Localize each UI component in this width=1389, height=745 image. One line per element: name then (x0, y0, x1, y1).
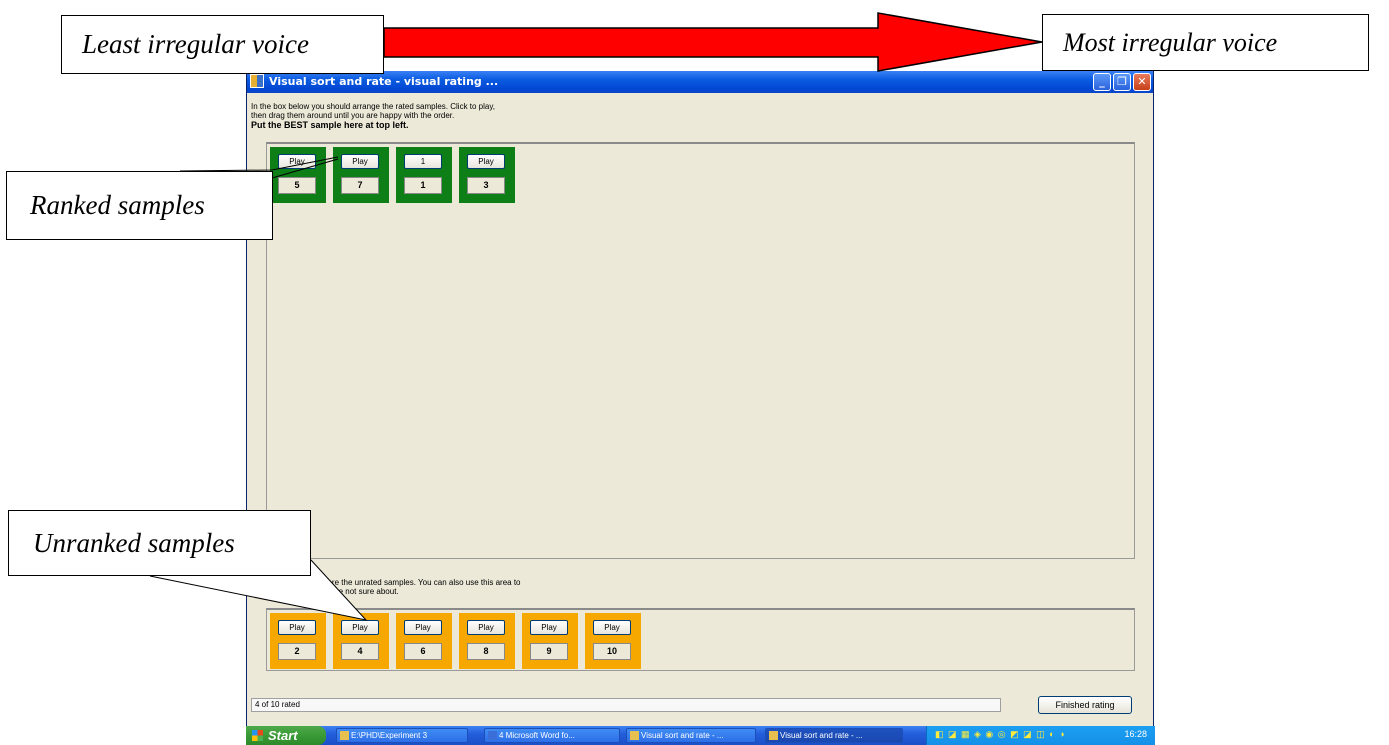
sample-number: 8 (467, 643, 505, 660)
window-title: Visual sort and rate - visual rating ... (269, 75, 499, 88)
clock: 16:28 (1124, 729, 1147, 739)
sample-number: 10 (593, 643, 631, 660)
ranked-card[interactable]: Play 5 (270, 147, 326, 203)
ranked-panel[interactable]: Play 5 Play 7 1 1 Play 3 (266, 142, 1135, 559)
unranked-panel[interactable]: Play 2 Play 4 Play 6 Play 8 Play 9 Play 10 (266, 608, 1135, 671)
most-irregular-callout: Most irregular voice (1042, 14, 1369, 71)
play-button[interactable]: Play (593, 620, 631, 635)
instruction-line-3: Put the BEST sample here at top left. (251, 120, 409, 130)
sample-number: 5 (278, 177, 316, 194)
app-icon (769, 731, 778, 740)
task-label: Visual sort and rate - ... (780, 731, 863, 740)
taskbar-item-explorer[interactable]: E:\PHD\Experiment 3 (336, 728, 468, 743)
unranked-card[interactable]: Play 8 (459, 613, 515, 669)
app-icon (630, 731, 639, 740)
ranked-samples-callout: Ranked samples (6, 171, 273, 240)
play-button[interactable]: Play (341, 620, 379, 635)
play-button[interactable]: Play (341, 154, 379, 169)
instruction-line-2: then drag them around until you are happ… (251, 111, 455, 120)
ranked-card[interactable]: Play 7 (333, 147, 389, 203)
maximize-icon[interactable]: ❐ (1113, 73, 1131, 91)
close-icon[interactable]: ✕ (1133, 73, 1151, 91)
windows-logo-icon (252, 730, 263, 741)
task-label: 4 Microsoft Word fo... (499, 731, 575, 740)
sample-number: 4 (341, 643, 379, 660)
play-button[interactable]: Play (467, 154, 505, 169)
app-icon (250, 74, 264, 88)
sample-number: 1 (404, 177, 442, 194)
minimize-icon[interactable]: _ (1093, 73, 1111, 91)
start-label: Start (268, 728, 298, 743)
word-icon (488, 731, 497, 740)
tray-icons[interactable]: ◧ ◪ ▦ ◈ ◉ ◎ ◩ ◪ ◫ ◐ ◑ (935, 729, 1066, 740)
sample-number: 6 (404, 643, 442, 660)
unranked-samples-callout: Unranked samples (8, 510, 311, 576)
unranked-card[interactable]: Play 2 (270, 613, 326, 669)
start-button[interactable]: Start (246, 726, 326, 745)
sample-number: 2 (278, 643, 316, 660)
play-button[interactable]: Play (467, 620, 505, 635)
sample-number: 3 (467, 177, 505, 194)
taskbar: Start E:\PHD\Experiment 3 4 Microsoft Wo… (246, 726, 1155, 745)
sample-number: 9 (530, 643, 568, 660)
taskbar-item-word[interactable]: 4 Microsoft Word fo... (484, 728, 620, 743)
unranked-card[interactable]: Play 4 (333, 613, 389, 669)
system-tray: ◧ ◪ ▦ ◈ ◉ ◎ ◩ ◪ ◫ ◐ ◑ 16:28 (926, 726, 1155, 745)
taskbar-item-visual-sort-2[interactable]: Visual sort and rate - ... (765, 728, 903, 743)
play-button[interactable]: Play (530, 620, 568, 635)
unrated-instruction-line-1: In the box below are the unrated samples… (267, 578, 521, 587)
instruction-line-1: In the box below you should arrange the … (251, 102, 495, 111)
taskbar-item-visual-sort-1[interactable]: Visual sort and rate - ... (626, 728, 756, 743)
play-button[interactable]: Play (278, 154, 316, 169)
sample-number: 7 (341, 177, 379, 194)
task-label: E:\PHD\Experiment 3 (351, 731, 428, 740)
app-window: Visual sort and rate - visual rating ...… (246, 71, 1154, 745)
play-button[interactable]: Play (278, 620, 316, 635)
task-label: Visual sort and rate - ... (641, 731, 724, 740)
unranked-card[interactable]: Play 6 (396, 613, 452, 669)
play-button[interactable]: Play (404, 620, 442, 635)
ranked-card[interactable]: 11 (396, 147, 452, 203)
unranked-card[interactable]: Play 9 (522, 613, 578, 669)
unrated-instruction-line-2: hold samples you are not sure about. (267, 587, 399, 596)
folder-icon (340, 731, 349, 740)
finished-rating-button[interactable]: Finished rating (1038, 696, 1132, 714)
status-bar: 4 of 10 rated (251, 698, 1001, 712)
ranked-card[interactable]: Play 3 (459, 147, 515, 203)
least-irregular-callout: Least irregular voice (61, 15, 384, 74)
title-bar[interactable]: Visual sort and rate - visual rating ...… (247, 71, 1153, 93)
irregularity-arrow (383, 12, 1043, 72)
play-button[interactable]: 1 (404, 154, 442, 169)
unranked-card[interactable]: Play 10 (585, 613, 641, 669)
